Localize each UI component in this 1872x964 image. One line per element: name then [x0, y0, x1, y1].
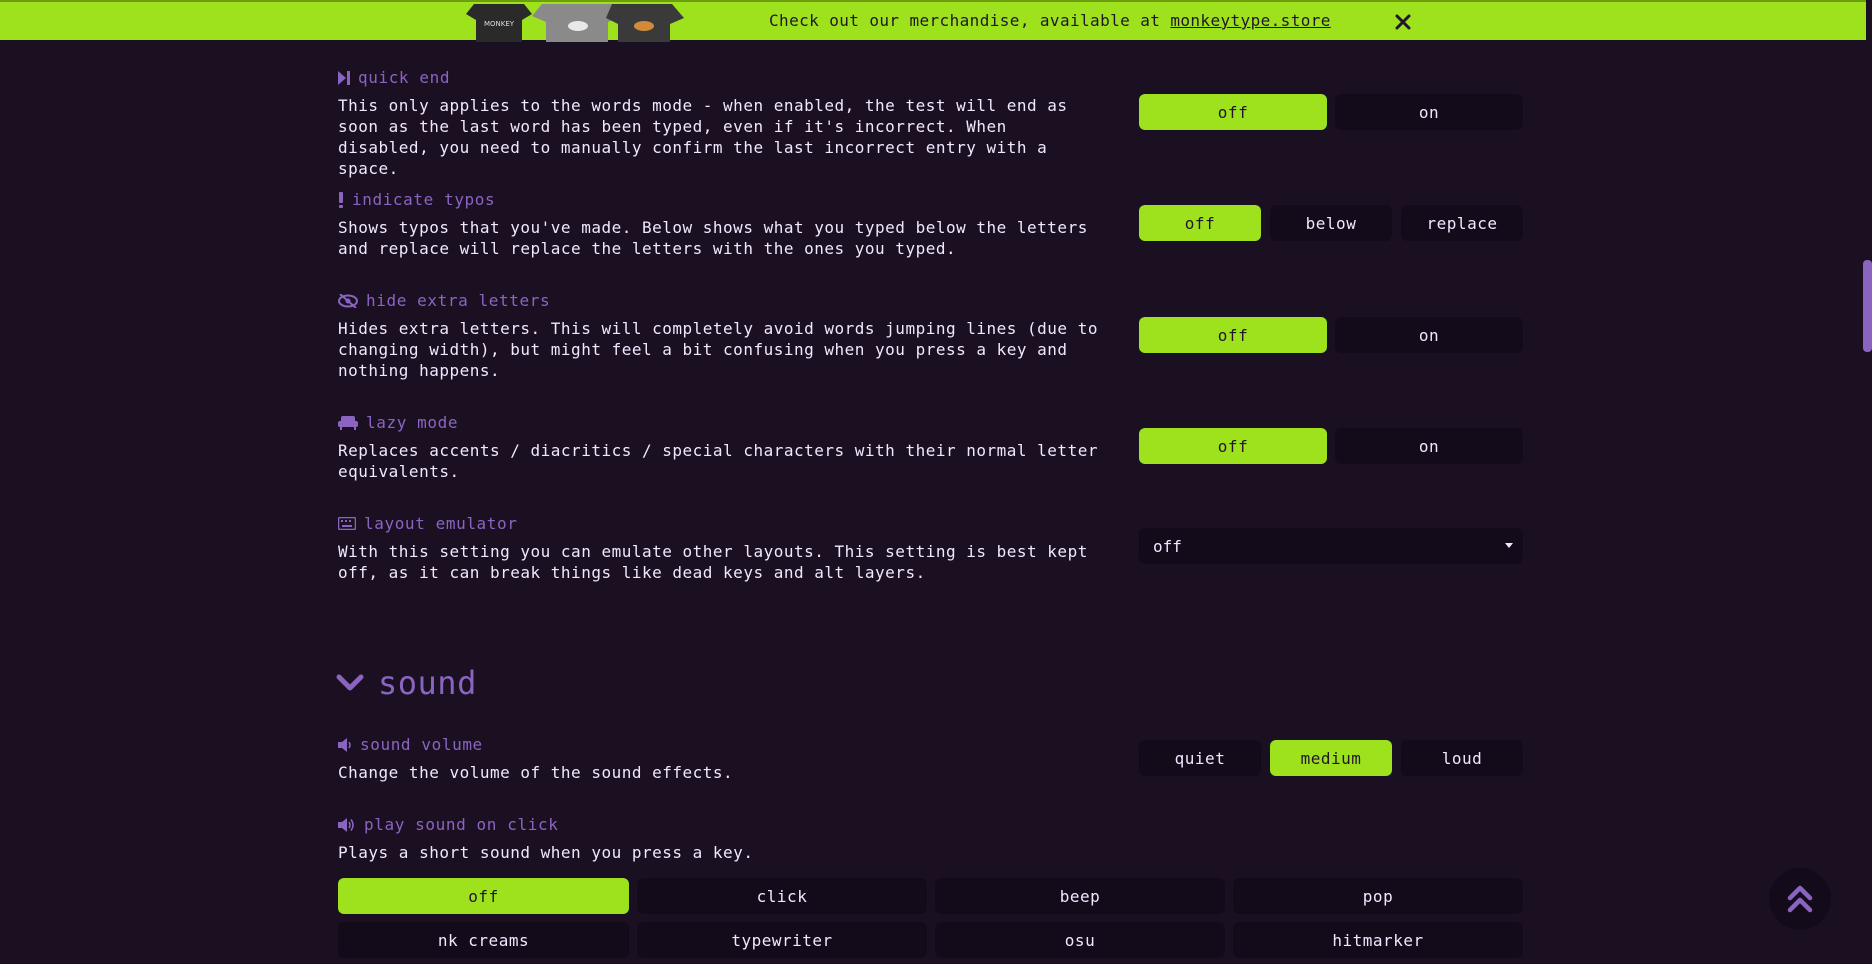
merch-tshirts-image: MONKEY	[466, 4, 684, 42]
lazy-mode-off-button[interactable]: off	[1139, 428, 1327, 464]
click-sound-osu-button[interactable]: osu	[935, 922, 1225, 958]
setting-description: Plays a short sound when you press a key…	[338, 843, 754, 862]
click-sound-pop-button[interactable]: pop	[1233, 878, 1523, 914]
double-chevron-up-icon	[1787, 885, 1813, 913]
eye-slash-icon	[338, 293, 358, 308]
caret-down-icon	[1505, 543, 1513, 548]
setting-title-label: layout emulator	[364, 514, 518, 533]
setting-title-lazy-mode: lazy mode	[338, 413, 458, 432]
click-sound-hitmarker-button[interactable]: hitmarker	[1233, 922, 1523, 958]
scrollbar-thumb[interactable]	[1863, 260, 1872, 352]
merch-banner: MONKEY Check out our merchandise, availa…	[0, 0, 1866, 42]
setting-description: Replaces accents / diacritics / special …	[338, 441, 1098, 481]
sound-volume-loud-button[interactable]: loud	[1401, 740, 1523, 776]
hide-extra-letters-off-button[interactable]: off	[1139, 317, 1327, 353]
couch-icon	[338, 415, 358, 430]
banner-message: Check out our merchandise, available at	[769, 11, 1171, 30]
setting-title-indicate-typos: indicate typos	[338, 190, 495, 209]
chevron-down-icon	[336, 674, 364, 691]
section-header-sound[interactable]: sound	[336, 664, 477, 702]
volume-high-icon	[338, 817, 354, 832]
section-title: sound	[378, 664, 477, 702]
setting-title-quick-end: quick end	[338, 68, 450, 87]
setting-title-layout-emulator: layout emulator	[338, 514, 518, 533]
setting-description: Hides extra letters. This will completel…	[338, 319, 1098, 380]
setting-title-hide-extra-letters: hide extra letters	[338, 291, 550, 310]
exclamation-icon	[339, 191, 343, 208]
step-forward-icon	[338, 70, 350, 85]
quick-end-off-button[interactable]: off	[1139, 94, 1327, 130]
scroll-to-top-button[interactable]	[1769, 868, 1831, 930]
setting-title-label: quick end	[358, 68, 451, 87]
merch-store-link[interactable]: monkeytype.store	[1170, 11, 1331, 30]
setting-title-label: hide extra letters	[366, 291, 551, 310]
setting-title-label: lazy mode	[366, 413, 459, 432]
setting-description: This only applies to the words mode - wh…	[338, 96, 1068, 178]
close-icon	[1395, 14, 1411, 30]
keyboard-icon	[338, 517, 356, 530]
indicate-typos-below-button[interactable]: below	[1270, 205, 1392, 241]
setting-title-play-sound-on-click: play sound on click	[338, 815, 558, 834]
sound-volume-medium-button[interactable]: medium	[1270, 740, 1392, 776]
setting-title-sound-volume: sound volume	[338, 735, 483, 754]
click-sound-typewriter-button[interactable]: typewriter	[637, 922, 927, 958]
click-sound-click-button[interactable]: click	[637, 878, 927, 914]
sound-volume-quiet-button[interactable]: quiet	[1139, 740, 1261, 776]
lazy-mode-on-button[interactable]: on	[1335, 428, 1523, 464]
setting-title-label: sound volume	[360, 735, 483, 754]
banner-text: Check out our merchandise, available at …	[769, 11, 1331, 30]
close-banner-button[interactable]	[1391, 8, 1415, 36]
quick-end-on-button[interactable]: on	[1335, 94, 1523, 130]
tshirt-logo-text: MONKEY	[484, 20, 515, 28]
click-sound-off-button[interactable]: off	[338, 878, 629, 914]
layout-emulator-select[interactable]: off	[1139, 528, 1523, 564]
indicate-typos-replace-button[interactable]: replace	[1401, 205, 1523, 241]
setting-title-label: play sound on click	[364, 815, 559, 834]
setting-description: Change the volume of the sound effects.	[338, 763, 734, 782]
hide-extra-letters-on-button[interactable]: on	[1335, 317, 1523, 353]
setting-description: Shows typos that you've made. Below show…	[338, 218, 1088, 258]
volume-low-icon	[338, 737, 351, 752]
setting-description: With this setting you can emulate other …	[338, 542, 1088, 582]
click-sound-nk-creams-button[interactable]: nk creams	[338, 922, 629, 958]
indicate-typos-off-button[interactable]: off	[1139, 205, 1261, 241]
click-sound-beep-button[interactable]: beep	[935, 878, 1225, 914]
layout-emulator-value: off	[1153, 536, 1182, 556]
setting-title-label: indicate typos	[352, 190, 496, 209]
